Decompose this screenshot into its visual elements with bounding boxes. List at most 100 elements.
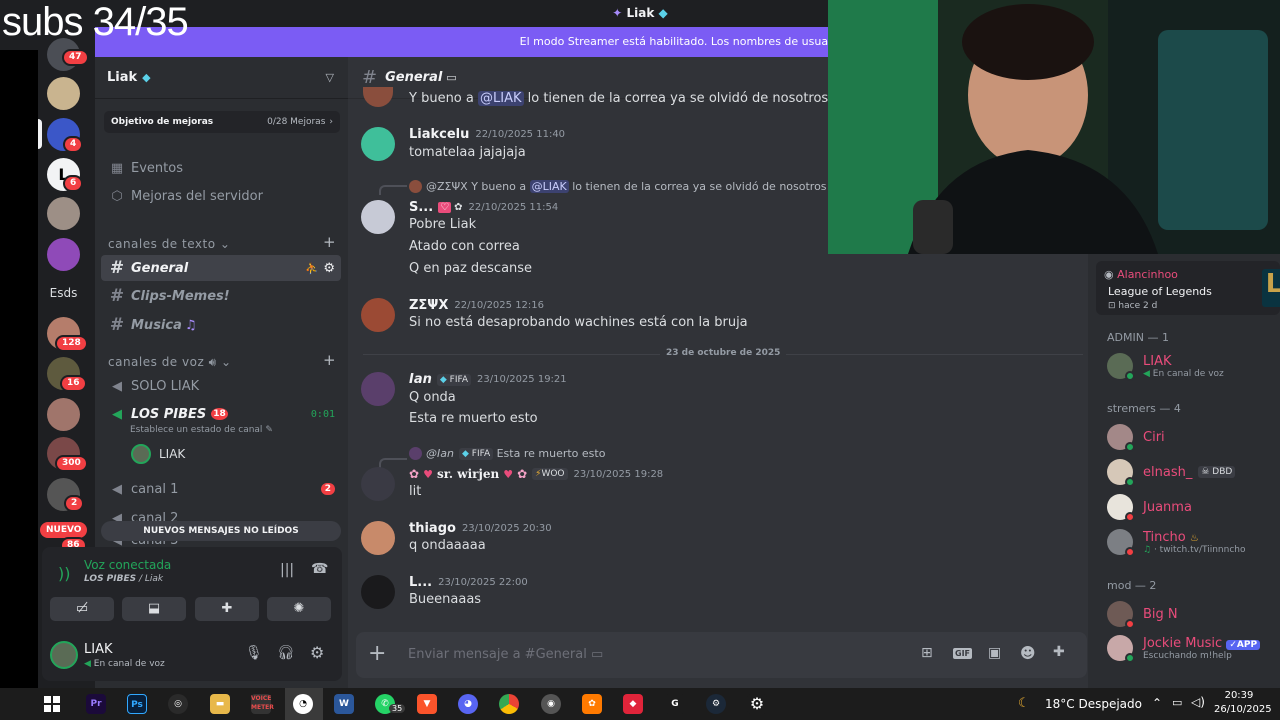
reply-preview[interactable]: @Ian ◆ FIFA Esta re muerto esto (409, 447, 605, 460)
voice-channel-solo-liak[interactable]: ◀ SOLO LIAK (101, 373, 341, 399)
app-icon[interactable]: ◉ (541, 694, 561, 714)
disconnect-icon[interactable]: ☎ (311, 561, 328, 577)
reply-preview[interactable]: @ΖΣΨΧ Y bueno a @LIAK lo tienen de la co… (409, 180, 827, 193)
member-item[interactable]: Juanma (1107, 494, 1192, 522)
message-author[interactable]: S... (409, 200, 433, 215)
invite-icon[interactable]: ⛹ (305, 262, 319, 275)
screen-share-button[interactable]: ⬓ (122, 597, 186, 621)
add-channel-icon[interactable]: + (323, 351, 336, 369)
member-item[interactable]: Jockie Music ✓APP Escuchando m!help (1107, 635, 1261, 663)
channel-general[interactable]: # General ⛹ ⚙ (101, 255, 341, 281)
activity-card[interactable]: ◉ Alancinhoo League of Legends ⊡ hace 2 … (1096, 261, 1280, 315)
message-text: Atado con correa (409, 239, 520, 254)
channel-clips-memes[interactable]: # Clips-Memes! (101, 283, 341, 309)
events-link[interactable]: ▦ Eventos (101, 155, 341, 181)
user-mention[interactable]: @LIAK (478, 91, 524, 106)
new-unread-messages-bar[interactable]: NUEVOS MENSAJES NO LEÍDOS (101, 521, 341, 541)
gif-icon[interactable]: GIF (953, 648, 973, 659)
member-item[interactable]: Ciri (1107, 424, 1165, 452)
gear-icon[interactable]: ⚙ (323, 261, 335, 276)
message-author[interactable]: sr. wirjen (437, 467, 499, 481)
text-category[interactable]: canales de texto ⌄ (108, 237, 230, 251)
server-badge: 6 (63, 175, 84, 192)
message-author[interactable]: thiago (409, 521, 456, 536)
fl-studio-icon[interactable]: ✿ (582, 694, 602, 714)
microphone-icon[interactable]: 🎙︎ (245, 645, 263, 661)
anydesk-icon[interactable]: ◆ (623, 694, 643, 714)
clock[interactable]: 20:39 26/10/2025 (1214, 689, 1272, 717)
brave-icon[interactable]: ▼ (417, 694, 437, 714)
boost-goal[interactable]: Objetivo de mejoras 0/28 Mejoras › (104, 111, 340, 133)
server-icon-5[interactable] (47, 197, 80, 230)
windows-start-icon[interactable] (44, 696, 60, 712)
member-item[interactable]: elnash_ ☠ DBD (1107, 459, 1236, 487)
voice-connected-channel[interactable]: LOS PIBES / Liak (84, 574, 163, 584)
noise-suppression-icon[interactable]: ||| (280, 562, 294, 578)
server-folder-esds[interactable]: Esds (38, 286, 89, 300)
message-text: q ondaaaaa (409, 538, 486, 553)
avatar[interactable] (363, 87, 393, 107)
avatar[interactable] (361, 467, 395, 501)
steam-icon[interactable]: ⚙ (706, 694, 726, 714)
user-settings-icon[interactable]: ⚙ (310, 643, 324, 662)
message-author[interactable]: ΖΣΨΧ (409, 298, 448, 313)
camera-off-button[interactable]: ▭̸ (50, 597, 114, 621)
server-icon-6[interactable] (47, 238, 80, 271)
avatar[interactable] (361, 127, 395, 161)
photoshop-icon[interactable]: Ps (127, 694, 147, 714)
network-icon[interactable]: ▭ (1172, 696, 1182, 709)
voicemeeter-icon[interactable]: VOICE METER (251, 694, 274, 714)
add-channel-icon[interactable]: + (323, 233, 336, 251)
member-item[interactable]: Tincho ♨ ♫ · twitch.tv/Tiinnncho (1107, 529, 1245, 557)
avatar[interactable] (361, 521, 395, 555)
server-header[interactable]: Liak ◆ ▽ (95, 57, 348, 99)
channel-musica[interactable]: # Musica ♫ (101, 312, 341, 338)
apps-icon[interactable]: ✚ (1053, 644, 1065, 660)
server-boosts-link[interactable]: ⬡ Mejoras del servidor (101, 183, 341, 209)
message-author[interactable]: Liakcelu (409, 127, 469, 142)
voice-channel-canal-1[interactable]: ◀ canal 1 2 (101, 476, 341, 502)
avatar[interactable] (361, 575, 395, 609)
word-icon[interactable]: W (334, 694, 354, 714)
settings-icon[interactable]: ⚙ (747, 694, 767, 714)
weather-text[interactable]: 18°C Despejado (1045, 697, 1142, 711)
avatar[interactable] (50, 641, 78, 669)
message-text: Esta re muerto esto (409, 411, 538, 426)
channel-status-hint[interactable]: Establece un estado de canal ✎ (130, 425, 273, 435)
member-item[interactable]: Big N (1107, 601, 1178, 629)
avatar[interactable] (361, 298, 395, 332)
avatar[interactable] (361, 372, 395, 406)
status-indicator (1125, 547, 1135, 557)
activity-time: ⊡ hace 2 d (1108, 301, 1157, 311)
voice-channel-los-pibes[interactable]: ◀ LOS PIBES 18 0:01 (101, 401, 341, 427)
premiere-icon[interactable]: Pr (86, 694, 106, 714)
message-input[interactable]: Enviar mensaje a #General ▭ (408, 647, 603, 662)
member-item[interactable]: LIAK ◀ En canal de voz (1107, 353, 1224, 381)
emoji-icon[interactable]: ☻ (1020, 644, 1036, 662)
message-timestamp: 22/10/2025 11:54 (468, 202, 559, 213)
activities-button[interactable]: ✚ (195, 597, 259, 621)
app-icon[interactable]: ◎ (168, 694, 188, 714)
clock-date: 26/10/2025 (1214, 704, 1272, 715)
obs-icon[interactable]: ◔ (293, 694, 313, 714)
logitech-icon[interactable]: G (665, 694, 685, 714)
headphones-icon[interactable]: 🎧︎ (277, 645, 295, 661)
voice-member-liak[interactable]: LIAK (131, 444, 185, 464)
file-explorer-icon[interactable]: ▬ (210, 694, 230, 714)
tray-chevron-icon[interactable]: ⌃ (1152, 696, 1162, 710)
voice-category[interactable]: canales de voz 🔊︎ ⌄ (108, 355, 232, 370)
soundboard-button[interactable]: ✺ (267, 597, 331, 621)
attach-plus-icon[interactable]: + (368, 641, 386, 666)
gift-icon[interactable]: ⊞ (921, 645, 933, 661)
message-author[interactable]: L... (409, 575, 432, 590)
chrome-icon[interactable] (499, 694, 519, 714)
user-mention[interactable]: @LIAK (529, 180, 569, 193)
server-icon-9[interactable] (47, 398, 80, 431)
volume-icon[interactable]: ◁) (1191, 695, 1205, 709)
avatar[interactable] (361, 200, 395, 234)
discord-icon[interactable]: ◕ (458, 694, 478, 714)
sticker-icon[interactable]: ▣ (988, 645, 1001, 661)
message-author[interactable]: Ian (409, 372, 432, 387)
server-icon-2[interactable] (47, 77, 80, 110)
new-badge[interactable]: NUEVO (40, 522, 88, 538)
